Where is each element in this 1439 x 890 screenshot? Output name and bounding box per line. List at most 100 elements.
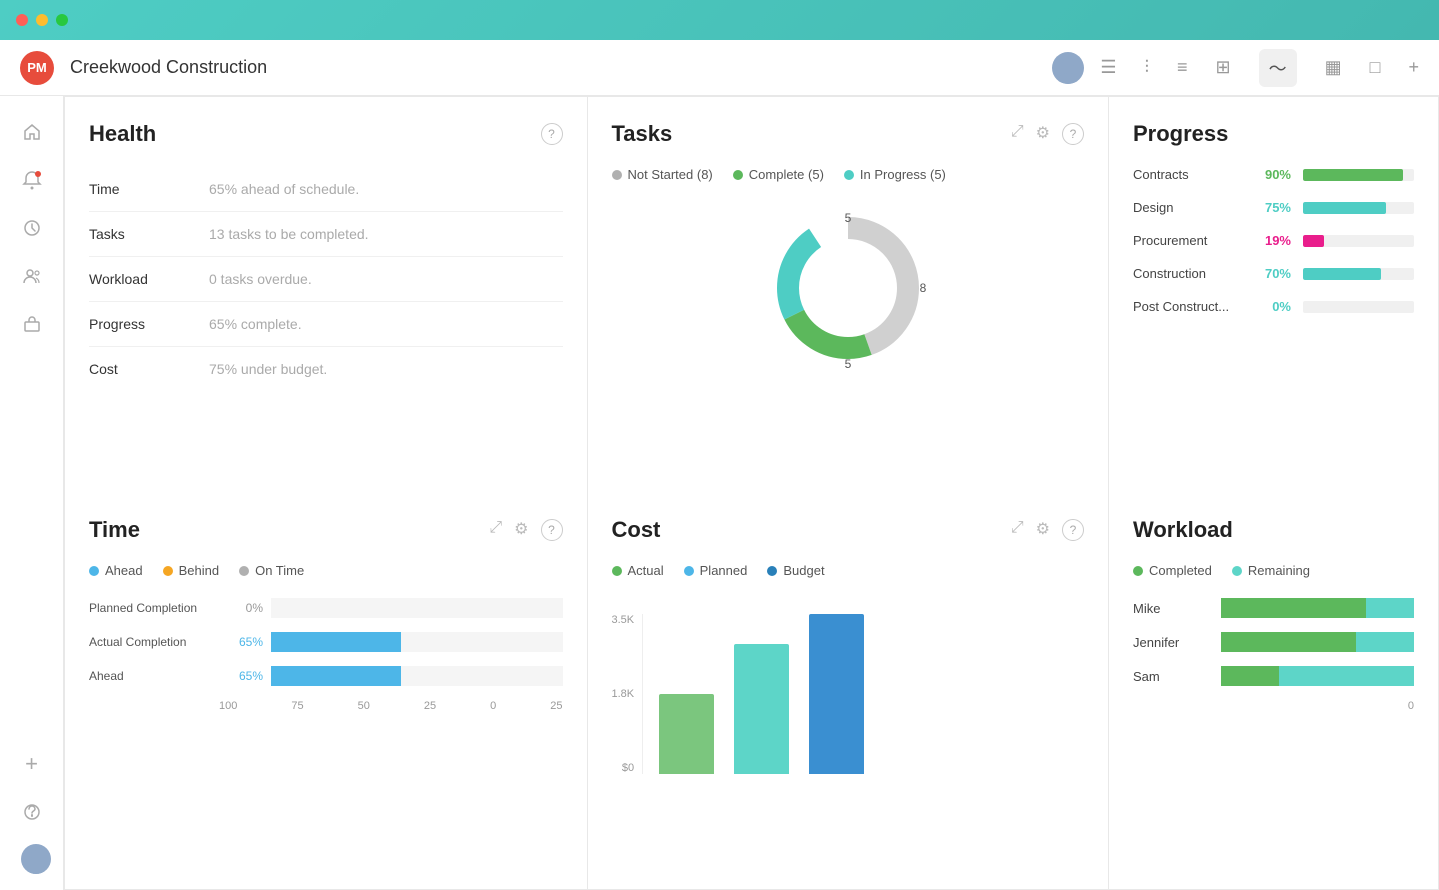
tasks-title: Tasks (612, 121, 673, 147)
legend-dot (733, 170, 743, 180)
svg-text:5: 5 (844, 357, 851, 371)
health-row: Time65% ahead of schedule. (89, 167, 563, 212)
cost-settings-icon[interactable]: ⚙ (1036, 519, 1050, 541)
time-panel: Time ⤢ ⚙ ? Ahead Behind On Time Planned Co… (64, 493, 587, 890)
cost-y-label-mid: 1.8K (612, 688, 635, 700)
list-view-icon[interactable]: ☰ (1100, 57, 1116, 78)
title-bar (0, 0, 1439, 40)
cost-legend-item: Budget (767, 563, 824, 578)
bar-chart-icon[interactable]: ⫶ (1144, 57, 1149, 78)
legend-dot (612, 566, 622, 576)
time-bar-row: Actual Completion 65% (89, 632, 563, 652)
donut-chart: 5 8 5 (612, 198, 1085, 378)
cost-bar-planned-2 (734, 644, 789, 774)
tasks-legend-item: In Progress (5) (844, 167, 946, 182)
tasks-settings-icon[interactable]: ⚙ (1036, 123, 1050, 145)
time-help-icon[interactable]: ? (541, 519, 563, 541)
sidebar-help[interactable] (12, 792, 52, 832)
time-legend: Ahead Behind On Time (89, 563, 563, 578)
legend-dot (844, 170, 854, 180)
grid-icon[interactable]: ⊞ (1216, 57, 1231, 78)
user-avatar[interactable] (1052, 52, 1084, 84)
cost-title: Cost (612, 517, 661, 543)
time-legend-item: On Time (239, 563, 304, 578)
sidebar-notifications[interactable] (12, 160, 52, 200)
cost-help-icon[interactable]: ? (1062, 519, 1084, 541)
legend-dot (1133, 566, 1143, 576)
header: PM Creekwood Construction ☰ ⫶ ≡ ⊞ 〜 ▦ □ … (0, 40, 1439, 96)
menu-icon[interactable]: ≡ (1177, 57, 1188, 78)
workload-title: Workload (1133, 517, 1233, 543)
tasks-help-icon[interactable]: ? (1062, 123, 1084, 145)
minimize-button[interactable] (36, 14, 48, 26)
workload-axis-label: 0 (1408, 700, 1414, 712)
legend-dot (767, 566, 777, 576)
time-settings-icon[interactable]: ⚙ (514, 519, 528, 541)
progress-row: Design 75% (1133, 200, 1414, 215)
activity-icon[interactable]: 〜 (1259, 49, 1297, 87)
health-panel: Health ? Time65% ahead of schedule.Tasks… (64, 96, 587, 493)
workload-panel: Workload Completed Remaining Mike Jennife… (1109, 493, 1439, 890)
workload-row: Mike (1133, 598, 1414, 618)
sidebar-briefcase[interactable] (12, 304, 52, 344)
health-help-icon[interactable]: ? (541, 123, 563, 145)
cost-y-label-bottom: $0 (612, 762, 635, 774)
svg-text:8: 8 (919, 281, 926, 295)
legend-dot (612, 170, 622, 180)
time-bar-row: Planned Completion 0% (89, 598, 563, 618)
time-bar-row: Ahead 65% (89, 666, 563, 686)
sidebar-avatar[interactable] (21, 844, 51, 874)
legend-dot (1232, 566, 1242, 576)
close-button[interactable] (16, 14, 28, 26)
progress-row: Post Construct... 0% (1133, 299, 1414, 314)
workload-legend-item: Remaining (1232, 563, 1310, 578)
progress-row: Procurement 19% (1133, 233, 1414, 248)
health-row: Tasks13 tasks to be completed. (89, 212, 563, 257)
cost-group-2 (734, 644, 789, 774)
time-legend-item: Behind (163, 563, 219, 578)
legend-dot (684, 566, 694, 576)
progress-title: Progress (1133, 121, 1228, 147)
sidebar: + (0, 96, 64, 890)
tasks-expand-icon[interactable]: ⤢ (1011, 123, 1024, 145)
cost-bar-budget-3 (809, 614, 864, 774)
workload-row: Jennifer (1133, 632, 1414, 652)
cost-panel: Cost ⤢ ⚙ ? Actual Planned Budget 3.5K 1.8K… (587, 493, 1110, 890)
pm-logo: PM (20, 51, 54, 85)
time-legend-item: Ahead (89, 563, 143, 578)
cost-legend-item: Planned (684, 563, 748, 578)
progress-row: Construction 70% (1133, 266, 1414, 281)
legend-dot (239, 566, 249, 576)
sidebar-clock[interactable] (12, 208, 52, 248)
calendar-icon[interactable]: ▦ (1325, 57, 1342, 78)
health-row: Workload0 tasks overdue. (89, 257, 563, 302)
sidebar-add[interactable]: + (12, 744, 52, 784)
cost-legend-item: Actual (612, 563, 664, 578)
time-x-axis: 100755025025 (89, 700, 563, 712)
sidebar-team[interactable] (12, 256, 52, 296)
svg-text:5: 5 (844, 211, 851, 225)
document-icon[interactable]: □ (1370, 57, 1381, 78)
legend-dot (163, 566, 173, 576)
progress-row: Contracts 90% (1133, 167, 1414, 182)
progress-panel: Progress Contracts 90% Design 75% Procur… (1109, 96, 1439, 493)
workload-legend-item: Completed (1133, 563, 1212, 578)
add-icon[interactable]: + (1408, 57, 1419, 78)
sidebar-home[interactable] (12, 112, 52, 152)
cost-expand-icon[interactable]: ⤢ (1011, 519, 1024, 541)
legend-dot (89, 566, 99, 576)
cost-y-label-top: 3.5K (612, 614, 635, 626)
maximize-button[interactable] (56, 14, 68, 26)
workload-row: Sam (1133, 666, 1414, 686)
time-expand-icon[interactable]: ⤢ (489, 519, 502, 541)
time-title: Time (89, 517, 140, 543)
tasks-legend-item: Not Started (8) (612, 167, 713, 182)
tasks-legend: Not Started (8)Complete (5)In Progress (… (612, 167, 1085, 182)
cost-group-3 (809, 614, 864, 774)
health-row: Cost75% under budget. (89, 347, 563, 391)
header-nav: ☰ ⫶ ≡ ⊞ 〜 ▦ □ + (1100, 49, 1419, 87)
content-area: Health ? Time65% ahead of schedule.Tasks… (64, 96, 1439, 890)
cost-bar-actual-1 (659, 694, 714, 774)
tasks-panel: Tasks ⤢ ⚙ ? Not Started (8)Complete (5)I… (587, 96, 1110, 493)
health-title: Health (89, 121, 156, 147)
